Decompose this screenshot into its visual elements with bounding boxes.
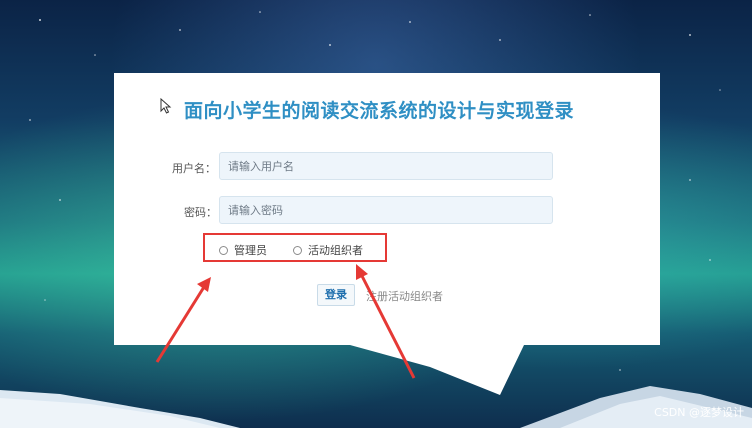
login-button[interactable]: 登录: [317, 284, 355, 306]
csdn-watermark: CSDN @逐梦设计: [654, 406, 744, 419]
register-organizer-link[interactable]: 注册活动组织者: [366, 288, 443, 304]
username-label: 用户名：: [172, 162, 216, 175]
password-label: 密码：: [184, 206, 217, 219]
username-input[interactable]: [219, 152, 553, 180]
radio-circle-icon[interactable]: [293, 245, 302, 255]
role-radio-group: 管理员 活动组织者: [203, 233, 387, 262]
login-panel-tail: [350, 345, 524, 395]
role-admin-radio[interactable]: 管理员: [219, 242, 267, 258]
role-organizer-radio[interactable]: 活动组织者: [293, 242, 363, 258]
role-organizer-label: 活动组织者: [308, 244, 363, 257]
mouse-pointer-icon: [160, 98, 172, 114]
page-title: 面向小学生的阅读交流系统的设计与实现登录: [184, 100, 575, 122]
role-admin-label: 管理员: [234, 244, 267, 257]
radio-circle-icon[interactable]: [219, 245, 228, 255]
password-input[interactable]: [219, 196, 553, 224]
